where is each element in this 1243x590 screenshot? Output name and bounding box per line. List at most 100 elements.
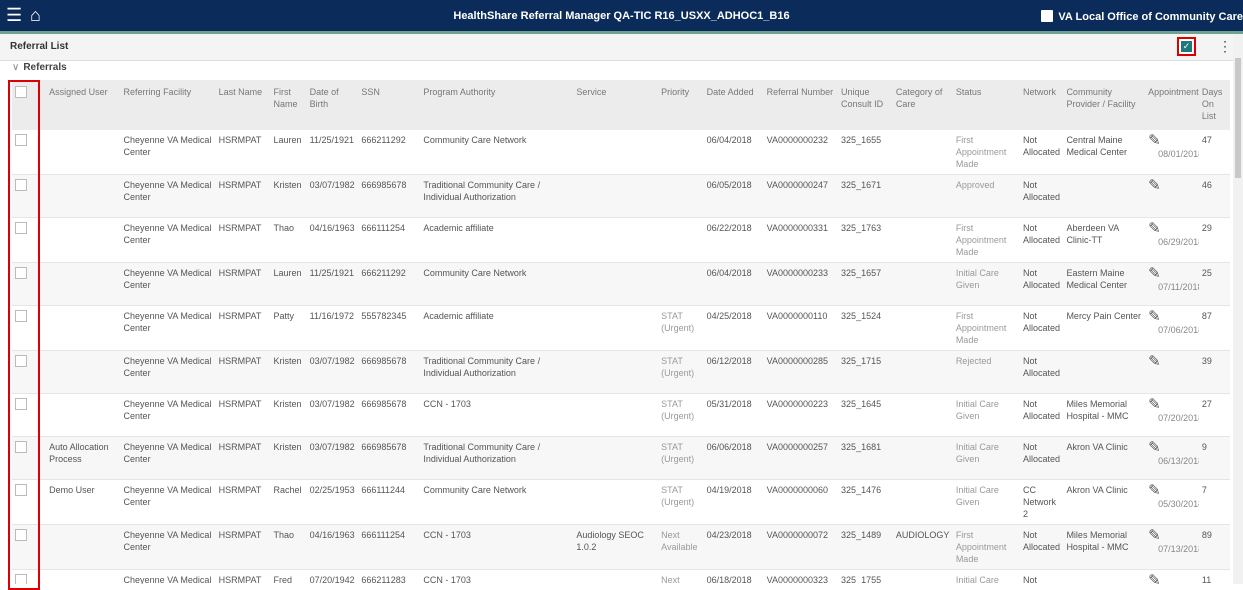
date-added-cell: 06/06/2018 [703, 436, 764, 480]
row-checkbox[interactable] [15, 484, 27, 496]
edit-pencil-icon[interactable]: ✎ [1148, 528, 1196, 543]
col-header[interactable]: Status [952, 80, 1021, 130]
program-authority-cell: Academic affiliate [420, 217, 574, 263]
referring-facility-cell: Cheyenne VA Medical Center [120, 350, 216, 394]
table-row[interactable]: Cheyenne VA Medical Center HSRMPAT Kristen… [12, 174, 1230, 218]
first-name-cell: Fred [270, 569, 307, 584]
appointment-cell: ✎ [1145, 350, 1199, 394]
select-all-cell[interactable] [12, 80, 47, 130]
col-header[interactable]: Last Name [215, 80, 271, 130]
table-row[interactable]: Cheyenne VA Medical Center HSRMPAT Lauren 1… [12, 130, 1230, 175]
edit-pencil-icon[interactable]: ✎ [1148, 266, 1196, 281]
edit-pencil-icon[interactable]: ✎ [1148, 440, 1196, 455]
edit-pencil-icon[interactable]: ✎ [1148, 397, 1196, 412]
edit-pencil-icon[interactable]: ✎ [1148, 133, 1196, 148]
row-checkbox[interactable] [15, 310, 27, 322]
referrals-section-toggle[interactable]: ∨ Referrals [12, 62, 67, 73]
row-select-cell[interactable] [12, 262, 47, 306]
col-header[interactable]: Days On List [1198, 80, 1230, 130]
category-cell [892, 217, 953, 263]
table-row[interactable]: Cheyenne VA Medical CenterHSRMPATFred07/… [12, 569, 1230, 584]
table-row[interactable]: Cheyenne VA Medical Center HSRMPAT Thao 04/… [12, 524, 1230, 570]
select-all-checkbox[interactable] [15, 86, 27, 98]
table-row[interactable]: Cheyenne VA Medical Center HSRMPAT Kristen… [12, 350, 1230, 394]
edit-pencil-icon[interactable]: ✎ [1148, 221, 1196, 236]
row-select-cell[interactable] [12, 350, 47, 394]
table-row[interactable]: Cheyenne VA Medical Center HSRMPAT Lauren 1… [12, 262, 1230, 306]
appointment-cell: ✎ 07/11/2018 [1145, 262, 1199, 306]
table-row[interactable]: Cheyenne VA Medical Center HSRMPAT Kristen… [12, 393, 1230, 437]
program-authority-cell: CCN - 1703 [420, 524, 574, 570]
row-checkbox[interactable] [15, 574, 27, 584]
referring-facility-cell: Cheyenne VA Medical Center [120, 174, 216, 218]
provider-cell: Central Maine Medical Center [1063, 130, 1146, 175]
row-select-cell[interactable] [12, 305, 47, 351]
row-checkbox[interactable] [15, 441, 27, 453]
more-options-icon[interactable]: ⋮ [1218, 38, 1232, 55]
col-header[interactable]: Date of Birth [306, 80, 359, 130]
last-name-cell: HSRMPAT [215, 305, 271, 351]
date-added-cell: 04/23/2018 [703, 524, 764, 570]
table-row[interactable]: Demo User Cheyenne VA Medical Center HSRMP… [12, 479, 1230, 525]
first-name-cell: Rachel [270, 479, 307, 525]
col-header[interactable]: Referral Number [763, 80, 839, 130]
edit-pencil-icon[interactable]: ✎ [1148, 354, 1196, 369]
row-checkbox[interactable] [15, 222, 27, 234]
edit-pencil-icon[interactable]: ✎ [1148, 178, 1196, 193]
col-header[interactable]: Priority [658, 80, 704, 130]
scrollbar-thumb[interactable] [1235, 58, 1241, 178]
select-mode-button[interactable]: ✓ [1177, 37, 1196, 56]
edit-pencil-icon[interactable]: ✎ [1148, 483, 1196, 498]
row-select-cell[interactable] [12, 436, 47, 480]
table-row[interactable]: Cheyenne VA Medical Center HSRMPAT Thao 04/… [12, 217, 1230, 263]
edit-pencil-icon[interactable]: ✎ [1148, 309, 1196, 324]
row-select-cell[interactable] [12, 524, 47, 570]
table-header: Assigned User Referring Facility Last Na… [12, 80, 1230, 130]
status-cell: Approved [952, 174, 1021, 218]
priority-cell: Next Available [658, 524, 704, 570]
assigned-user-cell [46, 350, 121, 394]
col-header[interactable]: Referring Facility [120, 80, 216, 130]
service-cell [573, 262, 659, 306]
row-select-cell[interactable] [12, 174, 47, 218]
row-select-cell[interactable] [12, 130, 47, 175]
edit-pencil-icon[interactable]: ✎ [1148, 573, 1196, 584]
row-select-cell[interactable] [12, 217, 47, 263]
table-row[interactable]: Cheyenne VA Medical Center HSRMPAT Patty 11… [12, 305, 1230, 351]
vertical-scrollbar[interactable] [1233, 34, 1243, 584]
referral-number-cell: VA0000000110 [763, 305, 839, 351]
ssn-cell: 666211283 [358, 569, 421, 584]
dob-cell: 07/20/1942 [306, 569, 359, 584]
user-office[interactable]: VA Local Office of Community Care [1041, 10, 1243, 23]
program-authority-cell: Community Care Network [420, 130, 574, 175]
consult-id-cell: 325_1715 [838, 350, 893, 394]
row-checkbox[interactable] [15, 267, 27, 279]
row-select-cell[interactable] [12, 479, 47, 525]
row-checkbox[interactable] [15, 355, 27, 367]
col-header[interactable]: Unique Consult ID [838, 80, 893, 130]
referral-number-cell: VA0000000285 [763, 350, 839, 394]
col-header[interactable]: Date Added [703, 80, 764, 130]
col-header[interactable]: Assigned User [46, 80, 121, 130]
row-checkbox[interactable] [15, 134, 27, 146]
priority-cell: STAT (Urgent) [658, 305, 704, 351]
col-header[interactable]: Appointment [1145, 80, 1199, 130]
col-header[interactable]: First Name [270, 80, 307, 130]
row-select-cell[interactable] [12, 393, 47, 437]
col-header[interactable]: Category of Care [892, 80, 953, 130]
col-header[interactable]: Community Provider / Facility [1063, 80, 1146, 130]
provider-cell: Eastern Maine Medical Center [1063, 262, 1146, 306]
row-checkbox[interactable] [15, 529, 27, 541]
col-header[interactable]: SSN [358, 80, 421, 130]
col-header[interactable]: Network [1020, 80, 1064, 130]
col-header[interactable]: Program Authority [420, 80, 574, 130]
row-checkbox[interactable] [15, 179, 27, 191]
row-select-cell[interactable] [12, 569, 47, 584]
consult-id-cell: 325_1645 [838, 393, 893, 437]
provider-cell [1063, 569, 1146, 584]
dob-cell: 02/25/1953 [306, 479, 359, 525]
col-header[interactable]: Service [573, 80, 659, 130]
row-checkbox[interactable] [15, 398, 27, 410]
status-cell: Initial Care Given [952, 479, 1021, 525]
table-row[interactable]: Auto Allocation Process Cheyenne VA Medic… [12, 436, 1230, 480]
